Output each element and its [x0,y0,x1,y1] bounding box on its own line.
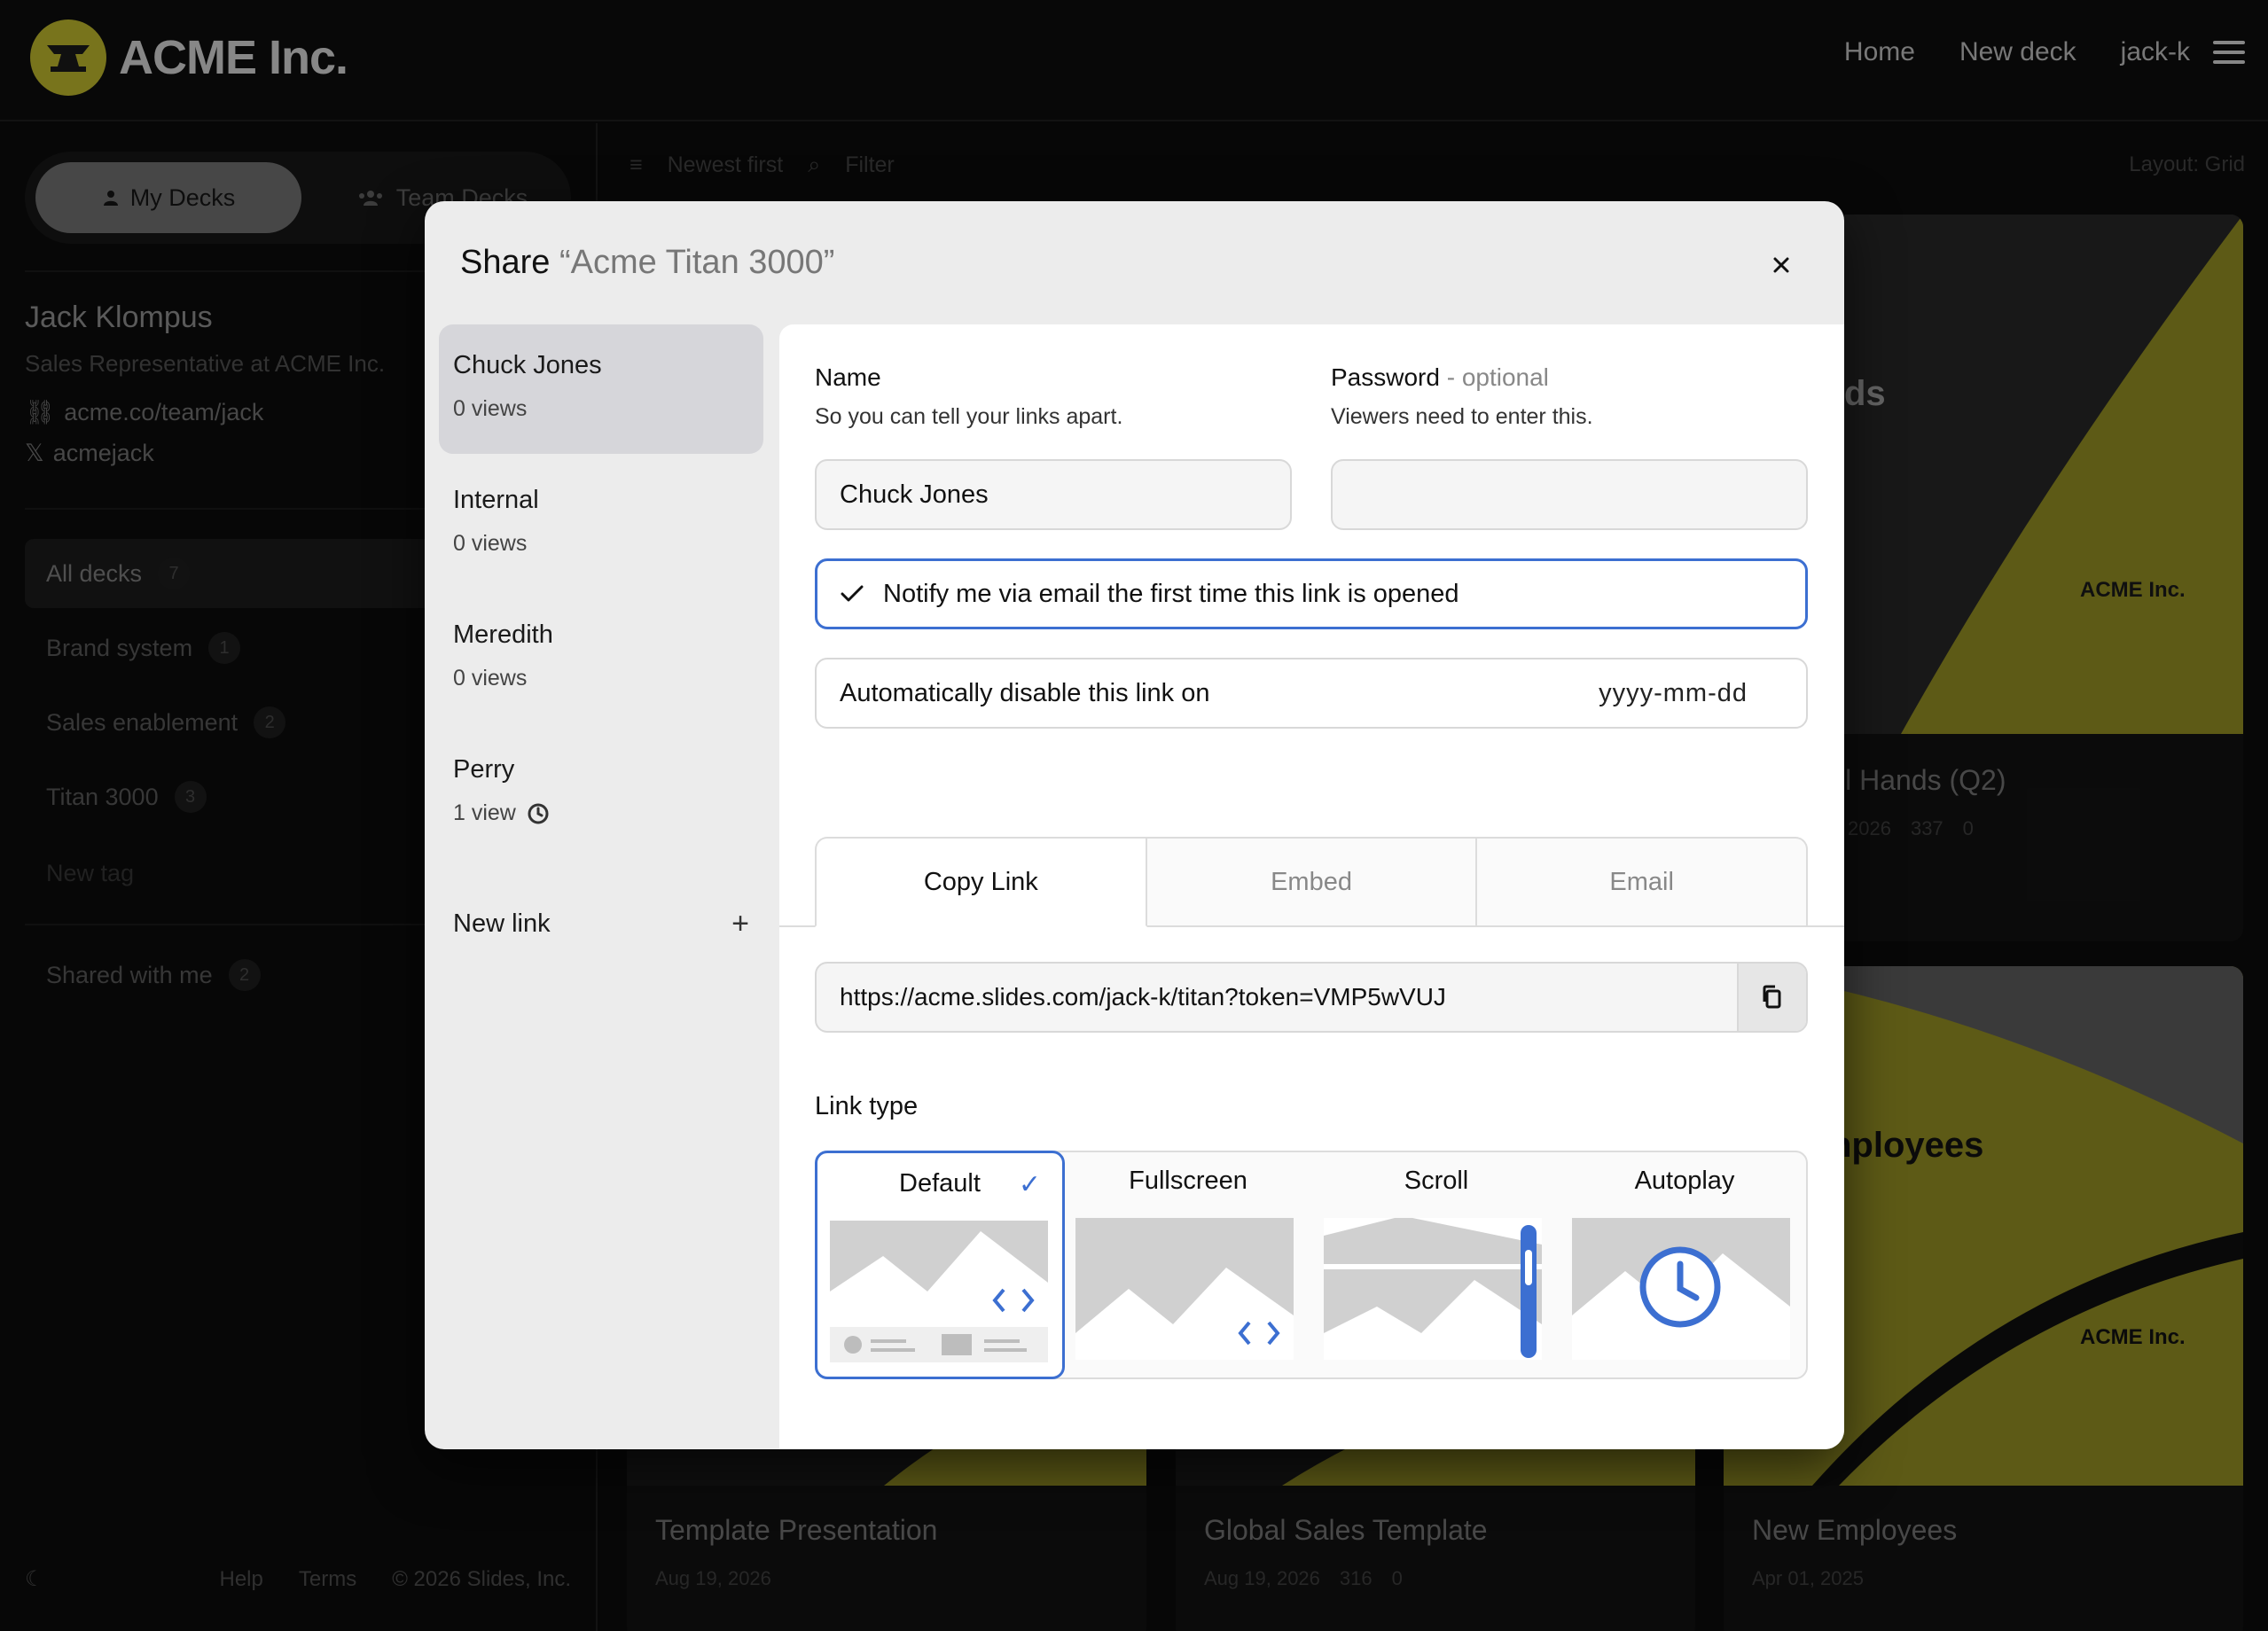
checkmark-icon: ✓ [1018,1170,1041,1199]
new-link-label: New link [453,909,551,938]
link-settings-panel: Name So you can tell your links apart. C… [779,324,1844,1449]
share-link-name: Perry [453,755,515,784]
notify-checkbox[interactable]: Notify me via email the first time this … [815,558,1808,629]
modal-title: Share “Acme Titan 3000” [460,244,834,282]
share-link-item[interactable]: Perry 1 view [439,729,763,858]
auto-disable-row: Automatically disable this link on yyyy-… [815,658,1808,729]
link-type-label: Link type [815,1092,919,1120]
password-optional: - optional [1446,363,1549,391]
link-type-autoplay[interactable]: Autoplay [1560,1151,1810,1379]
clock-icon [528,803,549,823]
share-link-views: 0 views [453,531,749,557]
name-hint: So you can tell your links apart. [815,404,1123,429]
views-text: 0 views [453,531,528,556]
link-type-selector: Default ✓ Fullscreen Scroll Autoplay [815,1151,1808,1379]
link-name-value: Chuck Jones [840,480,989,509]
share-link-item[interactable]: Meredith 0 views [439,594,763,723]
autoplay-clock-icon [1572,1218,1790,1360]
modal-deck-name: “Acme Titan 3000” [559,244,835,281]
link-type-fullscreen[interactable]: Fullscreen [1063,1151,1313,1379]
default-preview-icon [830,1221,1048,1362]
share-link-item[interactable]: Chuck Jones 0 views [439,324,763,454]
disable-date-input[interactable]: yyyy-mm-dd [1599,679,1748,708]
views-text: 1 view [453,800,516,825]
tab-embed[interactable]: Embed [1146,837,1478,927]
share-link-views: 0 views [453,396,749,422]
share-link-views: 1 view [453,800,749,826]
share-link-name: Internal [453,486,539,514]
password-hint: Viewers need to enter this. [1331,404,1593,429]
plus-icon: + [731,907,749,940]
share-url-field[interactable]: https://acme.slides.com/jack-k/titan?tok… [815,962,1808,1033]
auto-disable-label: Automatically disable this link on [840,678,1210,707]
share-method-tabs: Copy Link Embed Email [815,837,1809,927]
copy-icon [1763,985,1781,1009]
share-link-views: 0 views [453,666,749,691]
link-type-scroll[interactable]: Scroll [1311,1151,1561,1379]
notify-label: Notify me via email the first time this … [883,579,1459,608]
modal-title-prefix: Share [460,244,551,281]
link-type-name: Autoplay [1634,1167,1735,1195]
link-type-name: Scroll [1404,1167,1469,1195]
tab-email[interactable]: Email [1477,837,1809,927]
copy-button[interactable] [1737,964,1806,1031]
share-link-name: Meredith [453,620,553,649]
password-input[interactable] [1331,459,1808,530]
tab-copy-link[interactable]: Copy Link [815,837,1147,927]
link-type-name: Fullscreen [1129,1167,1247,1195]
views-text: 0 views [453,396,528,421]
password-label-text: Password [1331,363,1440,391]
scroll-preview-icon [1324,1218,1542,1360]
share-link-name: Chuck Jones [453,351,602,379]
name-label: Name [815,363,881,391]
new-link-button[interactable]: New link + [439,907,763,941]
password-label: Password - optional [1331,363,1549,392]
link-type-default[interactable]: Default ✓ [815,1151,1065,1379]
share-modal: Share “Acme Titan 3000” Chuck Jones 0 vi… [425,201,1844,1449]
share-url: https://acme.slides.com/jack-k/titan?tok… [840,983,1446,1011]
close-icon [1773,257,1789,273]
share-link-item[interactable]: Internal 0 views [439,459,763,589]
views-text: 0 views [453,666,528,691]
checkmark-icon [841,585,864,602]
close-button[interactable] [1758,242,1804,288]
fullscreen-preview-icon [1075,1218,1294,1360]
link-name-input[interactable]: Chuck Jones [815,459,1292,530]
